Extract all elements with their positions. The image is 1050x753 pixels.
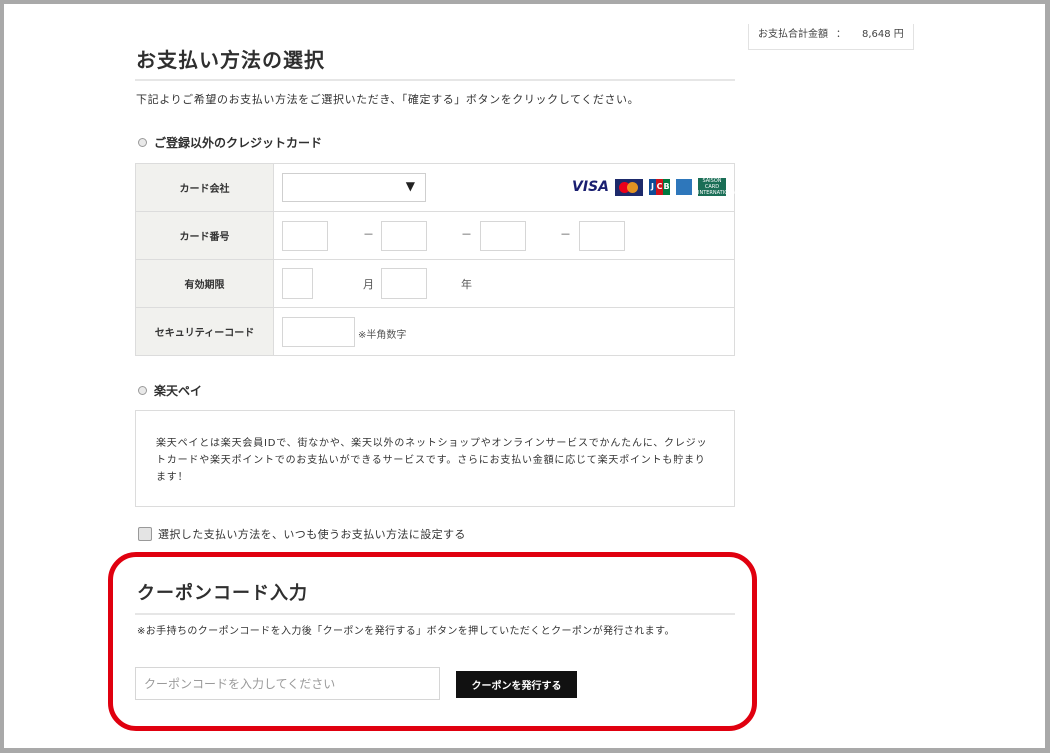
expiry-year-field[interactable] [381,268,427,299]
dropdown-arrow-icon: ▼ [405,179,415,193]
card-number-separator: － [560,228,571,241]
credit-card-radio[interactable] [138,138,147,147]
expiry-label: 有効期限 [135,259,274,308]
security-code-note: ※半角数字 [358,330,407,341]
rakuten-pay-description: 楽天ペイとは楽天会員IDで、街なかや、楽天以外のネットショップやオンラインサービ… [135,410,735,507]
card-company-row: カード会社 ▼ VISA J C B SAISON CARD INTERNATI… [135,163,739,212]
card-number-separator: － [363,228,374,241]
coupon-title-divider [135,613,735,615]
set-default-label: 選択した支払い方法を、いつも使うお支払い方法に設定する [158,528,466,541]
coupon-section-title: クーポンコード入力 [137,583,308,604]
order-total-colon: ： [836,29,846,40]
mastercard-logo-icon [615,178,643,196]
card-number-field-1[interactable] [282,221,328,251]
card-company-select[interactable]: ▼ [282,173,426,202]
credit-card-option-label: ご登録以外のクレジットカード [154,136,323,150]
order-total-label: お支払合計金額 [758,29,828,40]
expiry-row: 有効期限 月 年 [135,259,735,308]
card-number-label: カード番号 [135,211,274,260]
rakuten-pay-option-label: 楽天ペイ [154,384,203,398]
month-unit-label: 月 [363,278,374,291]
set-default-payment[interactable]: 選択した支払い方法を、いつも使うお支払い方法に設定する [138,526,466,542]
card-number-row: カード番号 － － － [135,211,735,260]
order-total-box: お支払合計金額 ： 8,648 円 [748,24,914,50]
visa-logo-icon: VISA [572,179,609,195]
card-company-label: カード会社 [135,163,274,212]
security-code-row: セキュリティーコード ※半角数字 [135,307,735,356]
card-number-separator: － [461,228,472,241]
saison-card-logo-icon: SAISON CARD INTERNATIONAL [698,178,739,196]
security-code-label: セキュリティーコード [135,307,274,356]
credit-card-option[interactable]: ご登録以外のクレジットカード [138,134,322,151]
order-total-amount: 8,648 円 [862,29,904,40]
payment-page: お支払合計金額 ： 8,648 円 お支払い方法の選択 下記よりご希望のお支払い方法… [4,4,1045,748]
credit-card-form: カード会社 ▼ VISA J C B SAISON CARD INTERNATI… [135,163,739,356]
card-number-field-2[interactable] [381,221,427,251]
security-code-field[interactable] [282,317,355,347]
set-default-checkbox[interactable] [138,527,152,541]
coupon-code-input[interactable] [135,667,440,700]
rakuten-pay-radio[interactable] [138,386,147,395]
card-number-field-3[interactable] [480,221,526,251]
payment-intro-text: 下記よりご希望のお支払い方法をご選択いただき、「確定する」ボタンをクリックしてく… [136,93,640,106]
title-divider [135,79,735,81]
rakuten-pay-option[interactable]: 楽天ペイ [138,382,202,399]
issue-coupon-button[interactable]: クーポンを発行する [456,671,577,698]
card-brand-logos: VISA J C B SAISON CARD INTERNATIONAL [566,178,739,196]
year-unit-label: 年 [461,278,472,291]
jcb-logo-icon: J C B [649,179,670,195]
amex-logo-icon [676,179,692,195]
page-title: お支払い方法の選択 [136,48,325,72]
expiry-month-field[interactable] [282,268,313,299]
coupon-description: ※お手持ちのクーポンコードを入力後「クーポンを発行する」ボタンを押していただくと… [137,626,675,637]
card-number-field-4[interactable] [579,221,625,251]
